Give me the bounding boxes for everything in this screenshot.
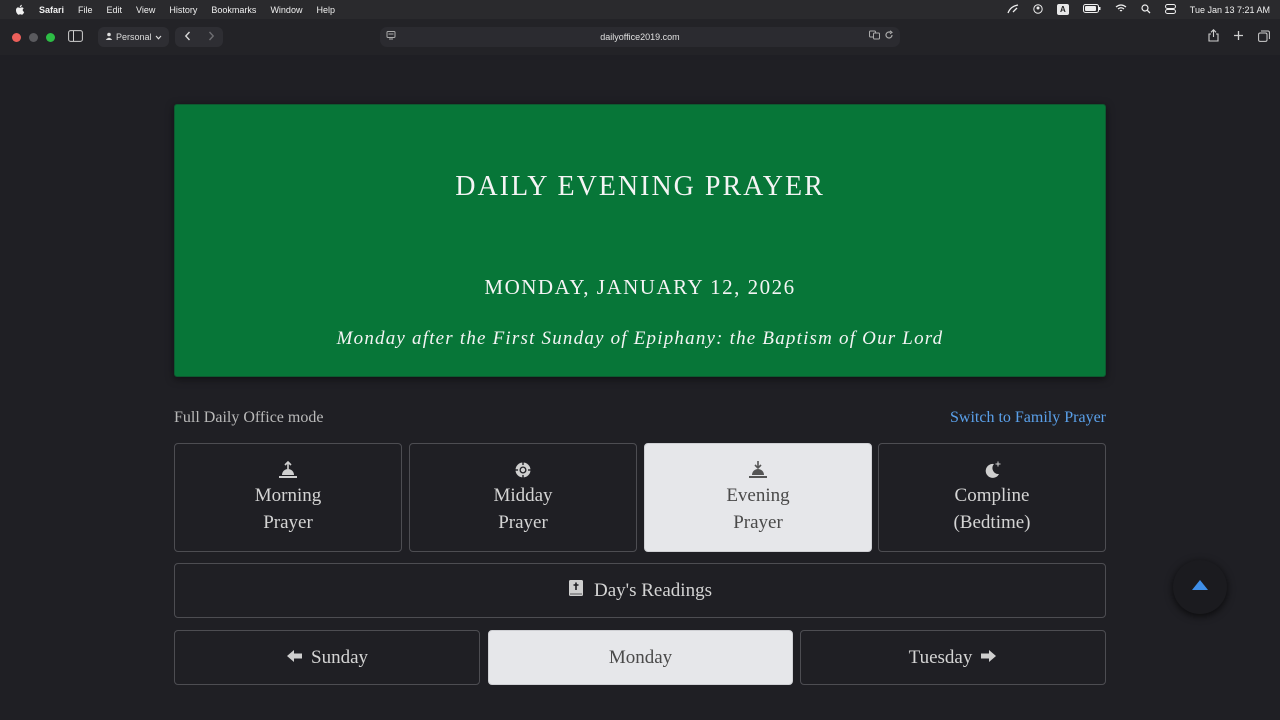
mode-label: Full Daily Office mode <box>174 409 324 426</box>
scroll-to-top-button[interactable] <box>1173 560 1227 614</box>
chevron-down-icon <box>155 32 162 42</box>
switch-to-family-prayer-link[interactable]: Switch to Family Prayer <box>950 409 1106 427</box>
menu-edit[interactable]: Edit <box>107 5 123 15</box>
back-button[interactable] <box>184 31 191 44</box>
new-tab-icon[interactable] <box>1233 30 1244 44</box>
reload-icon[interactable] <box>884 30 894 43</box>
compline-button[interactable]: Compline (Bedtime) <box>878 443 1106 552</box>
moon-icon <box>982 460 1002 480</box>
menu-file[interactable]: File <box>78 5 93 15</box>
url-text: dailyoffice2019.com <box>600 32 680 42</box>
account-icon[interactable] <box>1033 3 1043 16</box>
office-date: MONDAY, JANUARY 12, 2026 <box>484 275 796 299</box>
menu-bookmarks[interactable]: Bookmarks <box>211 5 256 15</box>
page-title: DAILY EVENING PRAYER <box>455 171 825 202</box>
close-window-button[interactable] <box>12 32 21 42</box>
menu-history[interactable]: History <box>169 5 197 15</box>
pen-icon[interactable] <box>1007 3 1019 16</box>
office-label-line2: (Bedtime) <box>953 511 1031 533</box>
page-settings-icon[interactable] <box>386 30 396 43</box>
menu-help[interactable]: Help <box>316 5 335 15</box>
sun-icon <box>513 460 533 480</box>
menu-window[interactable]: Window <box>270 5 302 15</box>
previous-day-label: Sunday <box>311 646 368 668</box>
browser-toolbar: Personal dailyoffice2019.com <box>0 19 1280 55</box>
forward-button[interactable] <box>208 31 215 44</box>
morning-prayer-button[interactable]: Morning Prayer <box>174 443 402 552</box>
menu-clock[interactable]: Tue Jan 13 7:21 AM <box>1190 5 1270 15</box>
office-label-line2: Prayer <box>498 511 548 533</box>
input-source-badge[interactable]: A <box>1057 4 1069 15</box>
tab-overview-icon[interactable] <box>1258 30 1270 45</box>
midday-prayer-button[interactable]: Midday Prayer <box>409 443 637 552</box>
office-label-line2: Prayer <box>263 511 313 533</box>
history-nav <box>175 27 223 47</box>
profile-button[interactable]: Personal <box>98 27 169 47</box>
zoom-window-button[interactable] <box>46 32 55 42</box>
battery-icon[interactable] <box>1082 4 1101 15</box>
person-icon <box>105 32 113 42</box>
current-day-button[interactable]: Monday <box>488 630 793 685</box>
office-label-line1: Evening <box>726 484 790 506</box>
arrow-right-icon <box>980 647 997 669</box>
apple-icon[interactable] <box>13 4 27 16</box>
translate-icon[interactable] <box>869 30 880 43</box>
status-area: A Tue Jan 13 7:21 AM <box>1007 0 1270 19</box>
office-label-line1: Morning <box>254 484 322 506</box>
next-day-button[interactable]: Tuesday <box>800 630 1106 685</box>
wifi-icon[interactable] <box>1115 4 1127 15</box>
arrow-up-icon <box>1191 578 1209 596</box>
previous-day-button[interactable]: Sunday <box>174 630 480 685</box>
current-day-label: Monday <box>608 646 673 668</box>
bible-icon <box>568 579 584 603</box>
office-label-line1: Compline <box>954 484 1030 506</box>
office-label-line2: Prayer <box>733 511 783 533</box>
sunrise-icon <box>278 460 298 480</box>
page-content: DAILY EVENING PRAYER MONDAY, JANUARY 12,… <box>0 55 1280 720</box>
office-banner: DAILY EVENING PRAYER MONDAY, JANUARY 12,… <box>174 104 1106 377</box>
evening-prayer-button[interactable]: Evening Prayer <box>644 443 872 552</box>
control-center-icon[interactable] <box>1164 3 1176 16</box>
liturgical-day: Monday after the First Sunday of Epiphan… <box>336 328 944 349</box>
menu-view[interactable]: View <box>136 5 155 15</box>
address-bar-actions <box>869 30 894 43</box>
next-day-label: Tuesday <box>908 646 973 668</box>
profile-label: Personal <box>116 32 152 42</box>
sunset-icon <box>748 460 768 480</box>
menu-app-safari[interactable]: Safari <box>39 5 64 15</box>
days-readings-button[interactable]: Day's Readings <box>174 563 1106 618</box>
office-label-line1: Midday <box>493 484 553 506</box>
address-bar[interactable]: dailyoffice2019.com <box>380 27 900 47</box>
arrow-left-icon <box>286 647 303 669</box>
window-controls <box>12 32 55 42</box>
share-icon[interactable] <box>1208 29 1219 45</box>
toolbar-right-actions <box>1208 27 1270 47</box>
menu-bar: Safari File Edit View History Bookmarks … <box>0 0 1280 19</box>
minimize-window-button[interactable] <box>29 32 38 42</box>
sidebar-toggle-icon[interactable] <box>68 30 83 42</box>
spotlight-icon[interactable] <box>1141 3 1151 16</box>
readings-label: Day's Readings <box>594 579 712 601</box>
